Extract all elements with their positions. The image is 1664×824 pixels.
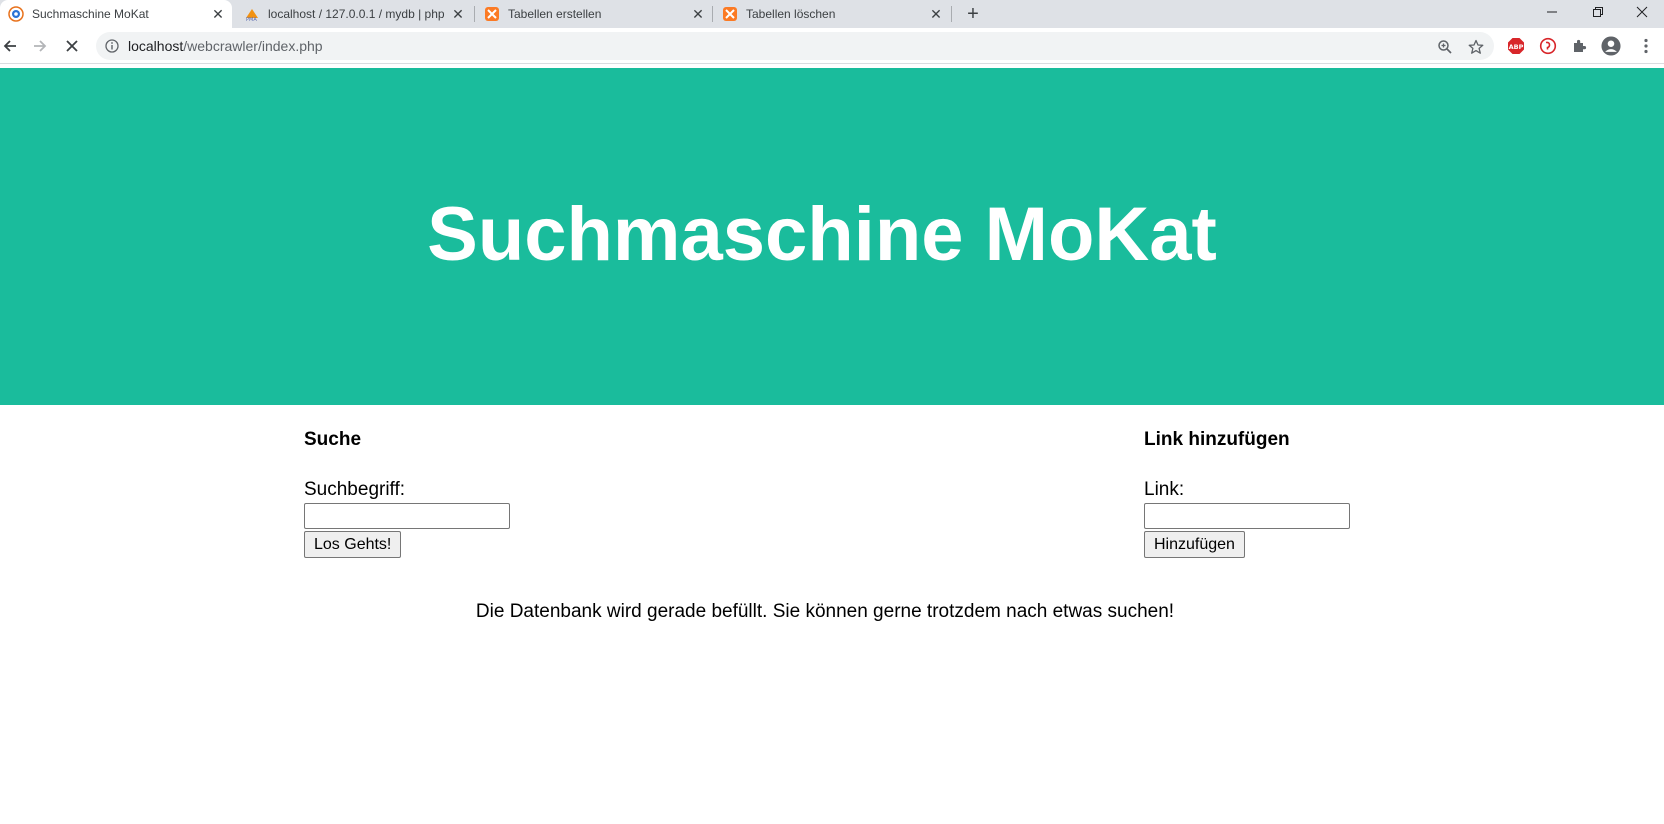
tab-tabellen-loeschen[interactable]: Tabellen löschen ✕ — [714, 0, 950, 28]
search-input[interactable] — [304, 503, 510, 529]
url-host: localhost — [128, 38, 184, 54]
link-input[interactable] — [1144, 503, 1350, 529]
zoom-icon[interactable] — [1436, 38, 1454, 56]
xampp-icon — [484, 6, 500, 22]
tab-title: localhost / 127.0.0.1 / mydb | php — [268, 7, 445, 21]
extensions-puzzle-icon[interactable] — [1570, 36, 1590, 56]
tab-separator — [951, 6, 952, 22]
xampp-globe-icon — [8, 6, 24, 22]
bookmark-star-icon[interactable] — [1467, 38, 1485, 56]
search-label: Suchbegriff: — [304, 479, 406, 500]
search-form: Suche Suchbegriff: Los Gehts! — [304, 429, 604, 558]
tab-separator — [712, 6, 713, 22]
add-link-button[interactable]: Hinzufügen — [1144, 531, 1245, 558]
url-path: /webcrawler/index.php — [183, 38, 323, 54]
close-icon[interactable]: ✕ — [210, 6, 226, 22]
tab-tabellen-erstellen[interactable]: Tabellen erstellen ✕ — [476, 0, 712, 28]
link-label: Link: — [1144, 479, 1185, 500]
url-text: localhost/webcrawler/index.php — [128, 38, 323, 54]
svg-text:ABP: ABP — [1509, 43, 1524, 51]
minimize-icon[interactable] — [1530, 0, 1574, 24]
window-close-icon[interactable] — [1620, 0, 1664, 24]
status-message-container: Die Datenbank wird gerade befüllt. Sie k… — [0, 601, 1664, 623]
restore-icon[interactable] — [1576, 0, 1620, 24]
xampp-icon — [722, 6, 738, 22]
new-tab-plus-icon[interactable]: + — [960, 2, 986, 26]
browser-tab-strip: Suchmaschine MoKat ✕ PMA localhost / 127… — [0, 0, 1664, 28]
tab-title: Tabellen erstellen — [508, 7, 602, 21]
search-heading: Suche — [304, 429, 362, 450]
address-bar[interactable]: localhost/webcrawler/index.php — [96, 32, 1494, 60]
profile-avatar-icon[interactable] — [1601, 36, 1621, 56]
tab-title: Suchmaschine MoKat — [32, 7, 149, 21]
browser-toolbar: localhost/webcrawler/index.php ABP — [0, 28, 1664, 64]
add-link-form: Link hinzufügen Link: Hinzufügen — [1144, 429, 1444, 558]
red-extension-icon[interactable] — [1538, 36, 1558, 56]
tab-separator — [474, 6, 475, 22]
close-icon[interactable]: ✕ — [690, 6, 706, 22]
svg-text:PMA: PMA — [246, 17, 257, 22]
page-title: Suchmaschine MoKat — [427, 192, 1217, 277]
stop-loading-icon[interactable] — [58, 32, 86, 60]
info-icon[interactable] — [104, 38, 120, 54]
tab-title: Tabellen löschen — [746, 7, 836, 21]
tab-phpmyadmin[interactable]: PMA localhost / 127.0.0.1 / mydb | php ✕ — [236, 0, 472, 28]
close-icon[interactable]: ✕ — [928, 6, 944, 22]
tab-suchmaschine-mokat[interactable]: Suchmaschine MoKat ✕ — [0, 0, 232, 28]
forward-arrow-icon[interactable] — [26, 32, 54, 60]
phpmyadmin-icon: PMA — [244, 6, 260, 22]
page-header: Suchmaschine MoKat — [0, 68, 1664, 405]
close-icon[interactable]: ✕ — [450, 6, 466, 22]
browser-menu-icon[interactable] — [1636, 36, 1656, 56]
search-submit-button[interactable]: Los Gehts! — [304, 531, 402, 558]
add-link-heading: Link hinzufügen — [1144, 429, 1290, 450]
adblock-plus-icon[interactable]: ABP — [1506, 36, 1526, 56]
status-message: Die Datenbank wird gerade befüllt. Sie k… — [475, 601, 1175, 622]
back-arrow-icon[interactable] — [0, 32, 24, 60]
